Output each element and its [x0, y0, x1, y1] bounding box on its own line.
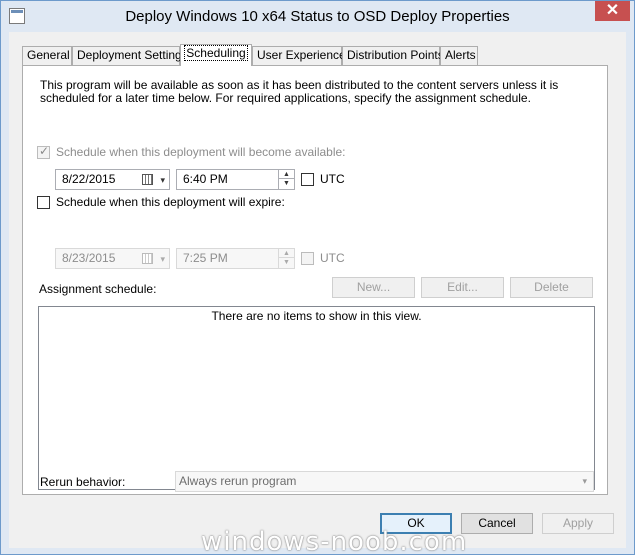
tab-deployment-settings[interactable]: Deployment Settings [72, 46, 188, 65]
properties-dialog: Deploy Windows 10 x64 Status to OSD Depl… [0, 0, 635, 555]
calendar-icon [142, 174, 153, 185]
expire-utc-row: UTC [301, 251, 345, 265]
tab-user-experience-label: User Experience [257, 48, 346, 62]
empty-list-message: There are no items to show in this view. [211, 309, 422, 323]
assignment-schedule-list[interactable]: There are no items to show in this view. [38, 306, 595, 490]
cancel-button[interactable]: Cancel [461, 513, 533, 534]
tab-scheduling[interactable]: Scheduling [180, 44, 252, 66]
watermark-text: windows-noob.com [201, 527, 468, 555]
chevron-down-icon: ▾ [160, 254, 165, 264]
rerun-behavior-select[interactable]: Always rerun program ▾ [175, 471, 594, 492]
expire-utc-label: UTC [320, 251, 345, 265]
tab-scheduling-label: Scheduling [184, 45, 248, 61]
dialog-client-area: General Deployment Settings Scheduling U… [9, 32, 626, 548]
available-schedule-label: Schedule when this deployment will becom… [56, 145, 346, 159]
available-time-picker[interactable]: 6:40 PM ▲ ▼ [176, 169, 295, 190]
spin-down-icon[interactable]: ▼ [279, 179, 294, 188]
expire-date-value: 8/23/2015 [62, 251, 116, 265]
available-utc-checkbox[interactable] [301, 172, 314, 186]
scheduling-tab-page: This program will be available as soon a… [22, 65, 608, 495]
rerun-behavior-label: Rerun behavior: [40, 475, 126, 489]
tab-user-experience[interactable]: User Experience [252, 46, 346, 65]
tab-alerts-label: Alerts [445, 48, 476, 62]
expire-date-picker[interactable]: 8/23/2015 ▾ [55, 248, 170, 269]
expire-time-spinner[interactable]: ▲ ▼ [278, 249, 294, 268]
expire-time-value: 7:25 PM [183, 251, 228, 265]
spin-up-icon[interactable]: ▲ [279, 170, 294, 179]
title-bar[interactable]: Deploy Windows 10 x64 Status to OSD Depl… [1, 1, 634, 32]
tab-alerts[interactable]: Alerts [440, 46, 478, 65]
expire-schedule-row: Schedule when this deployment will expir… [37, 195, 285, 209]
close-button[interactable]: ✕ [595, 1, 630, 21]
calendar-icon [142, 253, 153, 264]
spin-up-icon[interactable]: ▲ [279, 249, 294, 258]
expire-time-picker[interactable]: 7:25 PM ▲ ▼ [176, 248, 295, 269]
tab-deployment-settings-label: Deployment Settings [77, 48, 188, 62]
available-schedule-row: Schedule when this deployment will becom… [37, 144, 346, 159]
tab-general[interactable]: General [22, 46, 72, 65]
new-button[interactable]: New... [332, 277, 415, 298]
expire-schedule-label: Schedule when this deployment will expir… [56, 195, 285, 209]
available-schedule-checkbox[interactable] [37, 144, 50, 159]
edit-button[interactable]: Edit... [421, 277, 504, 298]
available-date-value: 8/22/2015 [62, 172, 116, 186]
tab-distribution-points[interactable]: Distribution Points [342, 46, 444, 65]
apply-button[interactable]: Apply [542, 513, 614, 534]
chevron-down-icon: ▾ [160, 175, 165, 185]
available-utc-row: UTC [301, 172, 345, 186]
expire-utc-checkbox[interactable] [301, 251, 314, 265]
window-title: Deploy Windows 10 x64 Status to OSD Depl… [125, 8, 510, 25]
assignment-schedule-label: Assignment schedule: [39, 282, 157, 296]
tab-general-label: General [27, 48, 70, 62]
available-utc-label: UTC [320, 172, 345, 186]
expire-schedule-checkbox[interactable] [37, 195, 50, 209]
chevron-down-icon: ▾ [582, 476, 587, 486]
delete-button[interactable]: Delete [510, 277, 593, 298]
scheduling-description: This program will be available as soon a… [40, 78, 559, 105]
available-time-value: 6:40 PM [183, 172, 228, 186]
rerun-behavior-value: Always rerun program [179, 474, 297, 488]
available-date-picker[interactable]: 8/22/2015 ▾ [55, 169, 170, 190]
tab-distribution-points-label: Distribution Points [347, 48, 444, 62]
spin-down-icon[interactable]: ▼ [279, 258, 294, 267]
available-time-spinner[interactable]: ▲ ▼ [278, 170, 294, 189]
